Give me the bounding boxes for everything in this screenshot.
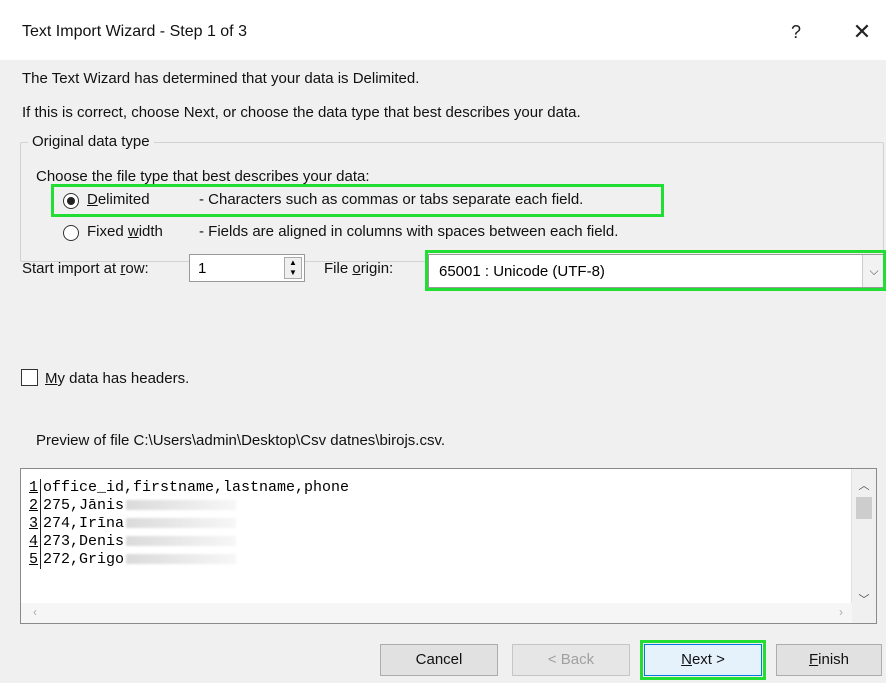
scroll-right-icon[interactable]: ›: [839, 605, 843, 619]
window-title: Text Import Wizard - Step 1 of 3: [22, 23, 247, 40]
delimited-description: - Characters such as commas or tabs sepa…: [199, 191, 584, 208]
preview-rows: 1 office_id,firstname,lastname,phone 2 275…: [29, 479, 349, 569]
scroll-down-icon[interactable]: ﹀: [852, 591, 876, 607]
back-button[interactable]: < Back: [512, 644, 630, 676]
radio-selected-dot: [67, 197, 75, 205]
scroll-up-icon[interactable]: ︿: [852, 477, 876, 493]
preview-row: 2 275,Jānis: [29, 497, 349, 515]
fixed-width-description: - Fields are aligned in columns with spa…: [199, 223, 619, 240]
title-bar: Text Import Wizard - Step 1 of 3 ? ✕: [0, 0, 886, 60]
redacted-data: [126, 500, 237, 511]
spin-updown-icon[interactable]: ▲ ▼: [284, 257, 302, 279]
scroll-left-icon[interactable]: ‹: [33, 605, 37, 619]
my-data-has-headers-label[interactable]: My data has headers.: [45, 370, 189, 387]
file-origin-value: 65001 : Unicode (UTF-8): [439, 263, 605, 280]
start-row-value[interactable]: 1: [198, 260, 206, 277]
file-origin-label: File origin:: [324, 260, 394, 277]
preview-row: 4 273,Denis: [29, 533, 349, 551]
cancel-button[interactable]: Cancel: [380, 644, 498, 676]
fixed-width-label[interactable]: Fixed width: [87, 223, 163, 240]
finish-button[interactable]: Finish: [776, 644, 882, 676]
preview-vertical-scrollbar[interactable]: ︿ ﹀: [851, 469, 876, 623]
start-row-label: Start import at row:: [22, 260, 149, 277]
fixed-width-radio[interactable]: [63, 225, 79, 241]
intro-line-1: The Text Wizard has determined that your…: [22, 70, 420, 87]
start-row-spinbox[interactable]: 1 ▲ ▼: [189, 254, 305, 282]
text-import-wizard-dialog: Text Import Wizard - Step 1 of 3 ? ✕ The…: [0, 0, 886, 683]
chevron-down-icon[interactable]: ⌵: [862, 255, 885, 287]
file-type-prompt: Choose the file type that best describes…: [36, 168, 370, 185]
preview-horizontal-scrollbar[interactable]: ‹ ›: [21, 603, 852, 623]
delimited-label[interactable]: Delimited: [87, 191, 150, 208]
scroll-thumb[interactable]: [856, 497, 872, 519]
intro-line-2: If this is correct, choose Next, or choo…: [22, 104, 581, 121]
redacted-data: [126, 536, 237, 547]
next-button[interactable]: Next >: [644, 644, 762, 676]
redacted-data: [126, 518, 237, 529]
my-data-has-headers-checkbox[interactable]: [21, 369, 38, 386]
close-icon[interactable]: ✕: [850, 18, 874, 46]
preview-row: 3 274,Irīna: [29, 515, 349, 533]
file-origin-dropdown[interactable]: 65001 : Unicode (UTF-8) ⌵: [428, 254, 886, 288]
delimited-radio[interactable]: [63, 193, 79, 209]
redacted-data: [126, 554, 237, 565]
preview-caption: Preview of file C:\Users\admin\Desktop\C…: [36, 432, 446, 449]
help-icon[interactable]: ?: [784, 18, 808, 46]
preview-row: 1 office_id,firstname,lastname,phone: [29, 479, 350, 497]
preview-row: 5 272,Grigo: [29, 551, 349, 569]
original-data-type-legend: Original data type: [28, 133, 154, 150]
preview-pane[interactable]: 1 office_id,firstname,lastname,phone 2 275…: [20, 468, 877, 624]
